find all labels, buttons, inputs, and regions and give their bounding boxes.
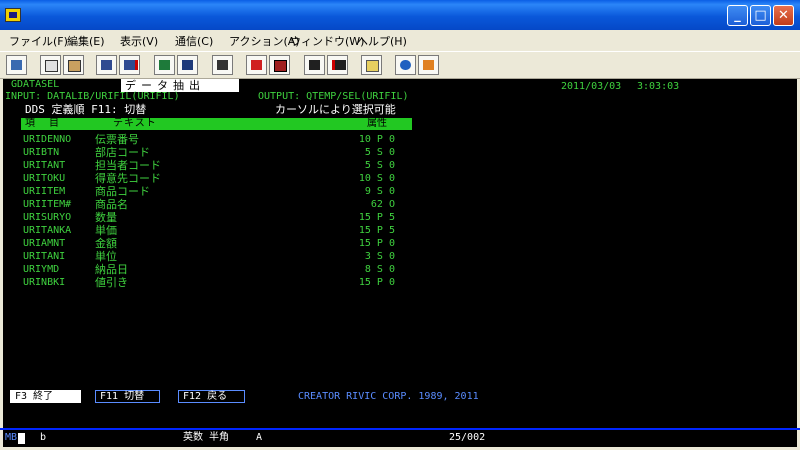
field-name[interactable]: URIBTN: [23, 147, 59, 159]
toolbar: [0, 51, 800, 79]
field-text: 伝票番号: [95, 133, 139, 146]
field-text: 単位: [95, 250, 117, 263]
field-name[interactable]: URITANT: [23, 160, 65, 172]
field-name[interactable]: URIITEM#: [23, 199, 71, 211]
cursor-hint: カーソルにより選択可能: [275, 103, 396, 116]
menu-window[interactable]: ウィンドウ(W): [290, 33, 364, 49]
field-name[interactable]: URIITEM: [23, 186, 65, 198]
keyboard-icon[interactable]: [212, 55, 233, 75]
column-header-bar: [21, 118, 412, 130]
menu-view[interactable]: 表示(V): [120, 33, 158, 49]
field-text: 値引き: [95, 276, 128, 289]
field-text: 金額: [95, 237, 117, 250]
field-text: 商品名: [95, 198, 128, 211]
display-icon[interactable]: [6, 55, 27, 75]
play-icon[interactable]: [304, 55, 325, 75]
connect-icon[interactable]: [96, 55, 117, 75]
cursor-indicator: [18, 433, 25, 444]
field-attr: 15 P 5: [358, 225, 395, 236]
order-label: DDS 定義順 F11: 切替: [25, 103, 147, 116]
emulator-window: _ □ ✕ ファイル(F) 編集(E) 表示(V) 通信(C) アクション(A)…: [0, 0, 800, 450]
record-start-icon[interactable]: [246, 55, 267, 75]
header-item: 項 目: [25, 118, 64, 129]
field-attr: 10 S 0: [358, 173, 395, 184]
cursor-position: 25/002: [449, 432, 486, 443]
status-a: A: [256, 432, 263, 443]
field-text: 担当者コード: [95, 159, 161, 172]
close-button[interactable]: ✕: [773, 5, 794, 26]
field-text: 得意先コード: [95, 172, 161, 185]
copyright: CREATOR RIVIC CORP. 1989, 2011: [298, 391, 479, 402]
header-text: テキスト: [113, 118, 157, 129]
field-text: 商品コード: [95, 185, 150, 198]
play-stop-icon[interactable]: [327, 55, 348, 75]
menu-communication[interactable]: 通信(C): [175, 33, 213, 49]
field-attr: 3 S 0: [364, 251, 395, 262]
time: 3:03:03: [637, 81, 680, 92]
menu-file[interactable]: ファイル(F): [9, 33, 68, 49]
program-name: GDATASEL: [11, 79, 60, 90]
field-attr: 9 S 0: [364, 186, 395, 197]
field-attr: 10 P 0: [358, 134, 395, 145]
field-name[interactable]: URITANI: [23, 251, 65, 263]
menu-edit[interactable]: 編集(E): [67, 33, 105, 49]
status-b: b: [40, 432, 47, 443]
field-text: 納品日: [95, 263, 128, 276]
field-attr: 8 S 0: [364, 264, 395, 275]
screen2-icon[interactable]: [177, 55, 198, 75]
field-text: 数量: [95, 211, 117, 224]
field-attr: 5 S 0: [364, 147, 395, 158]
field-attr: 15 P 0: [358, 238, 395, 249]
f3-exit-button[interactable]: F3 終了: [10, 390, 81, 403]
title-bar[interactable]: _ □ ✕: [0, 0, 800, 30]
field-name[interactable]: URITOKU: [23, 173, 65, 185]
field-name[interactable]: URIYMD: [23, 264, 59, 276]
globe-icon[interactable]: [395, 55, 416, 75]
maximize-button[interactable]: □: [750, 5, 771, 26]
status-mode: MB: [5, 432, 18, 443]
input-file: INPUT: DATALIB/URIFIL(URIFIL): [5, 91, 180, 102]
field-text: 部店コード: [95, 146, 150, 159]
field-attr: 15 P 5: [358, 212, 395, 223]
field-name[interactable]: URISURYO: [23, 212, 71, 224]
field-attr: 62 O: [370, 199, 395, 210]
tools-icon[interactable]: [418, 55, 439, 75]
field-name[interactable]: URITANKA: [23, 225, 71, 237]
field-name[interactable]: URINBKI: [23, 277, 65, 289]
field-attr: 5 S 0: [364, 160, 395, 171]
record-stop-icon[interactable]: [269, 55, 290, 75]
status-bar: MB b 英数 半角 A 25/002: [3, 430, 797, 447]
app-icon[interactable]: [5, 8, 21, 22]
terminal-screen[interactable]: GDATASEL データ抽出 2011/03/03 3:03:03 INPUT:…: [3, 79, 797, 428]
disconnect-icon[interactable]: [119, 55, 140, 75]
minimize-button[interactable]: _: [727, 5, 748, 26]
field-text: 単価: [95, 224, 117, 237]
menu-bar: ファイル(F) 編集(E) 表示(V) 通信(C) アクション(A) ウィンドウ…: [0, 30, 800, 50]
copy-icon[interactable]: [40, 55, 61, 75]
paste-icon[interactable]: [63, 55, 84, 75]
f12-back-button[interactable]: F12 戻る: [178, 390, 245, 403]
field-name[interactable]: URIAMNT: [23, 238, 65, 250]
screen1-icon[interactable]: [154, 55, 175, 75]
menu-help[interactable]: ヘルプ(H): [357, 33, 407, 49]
header-attr: 属性: [367, 118, 387, 129]
output-file: OUTPUT: QTEMP/SEL(URIFIL): [258, 91, 409, 102]
clipboard-icon[interactable]: [361, 55, 382, 75]
date: 2011/03/03: [561, 81, 622, 92]
status-ime: 英数 半角: [183, 432, 230, 443]
field-attr: 15 P 0: [358, 277, 395, 288]
f11-toggle-button[interactable]: F11 切替: [95, 390, 160, 403]
field-name[interactable]: URIDENNO: [23, 134, 71, 146]
menu-action[interactable]: アクション(A): [229, 33, 300, 49]
